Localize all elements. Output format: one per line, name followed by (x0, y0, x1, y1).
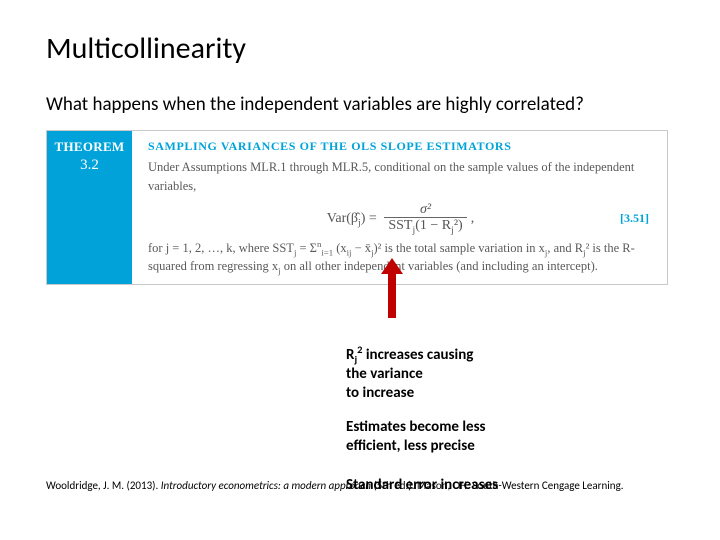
equation-number: [3.51] (620, 211, 649, 226)
theorem-box: THEOREM 3.2 SAMPLING VARIANCES OF THE OL… (46, 130, 668, 285)
theorem-line1: Under Assumptions MLR.1 through MLR.5, c… (148, 158, 653, 196)
theorem-heading: SAMPLING VARIANCES OF THE OLS SLOPE ESTI… (148, 139, 653, 154)
annotation-efficiency: Estimates become less efficient, less pr… (346, 418, 486, 456)
citation: Wooldridge, J. M. (2013). Introductory e… (46, 479, 624, 492)
equation-text: Var(β̂j) = σ² SSTj(1 − Rj²) , (327, 202, 474, 235)
slide: Multicollinearity What happens when the … (0, 0, 720, 540)
theorem-number: 3.2 (80, 157, 99, 174)
arrow-icon (385, 260, 399, 318)
lead-question: What happens when the independent variab… (46, 93, 674, 116)
theorem-equation: Var(β̂j) = σ² SSTj(1 − Rj²) , [3.51] (148, 202, 653, 235)
slide-title: Multicollinearity (46, 30, 674, 67)
theorem-left-panel: THEOREM 3.2 (47, 131, 132, 284)
annotation-variance: Rj2 increases causing the variance to in… (346, 346, 473, 402)
theorem-label: THEOREM (55, 139, 125, 155)
